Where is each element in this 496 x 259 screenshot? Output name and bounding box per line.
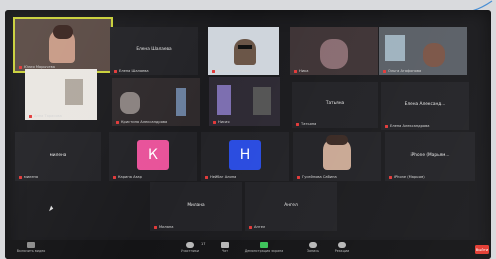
- participant-name: Анна Тарасова: [29, 114, 62, 118]
- participant-tile[interactable]: Н Нейбаг Алина: [201, 132, 289, 181]
- participant-name: Татьяна: [296, 122, 316, 126]
- participant-tile[interactable]: Гусейнова Сабина: [293, 132, 381, 181]
- record-icon: [309, 242, 317, 248]
- participant-display-name: милена: [49, 152, 67, 158]
- leave-meeting-button[interactable]: Выйти: [475, 245, 489, 254]
- participant-avatar: К: [137, 140, 169, 170]
- video-off-icon: [27, 242, 35, 248]
- participant-display-name: Татьяна: [325, 101, 345, 107]
- participant-display-name: Ангел: [284, 202, 298, 208]
- participant-tile[interactable]: iPhone (Марьям... iPhone (Марьям): [385, 132, 475, 181]
- chat-button-label: Чат: [221, 249, 229, 253]
- participant-display-name: Елена Александ...: [404, 102, 446, 108]
- participants-count: 17: [201, 242, 206, 246]
- participant-display-name: Елена Шалаева: [136, 47, 172, 53]
- record-button-label: Запись: [306, 249, 320, 253]
- participant-tile[interactable]: Милана Милана: [150, 182, 242, 231]
- participant-tile[interactable]: Елена Шалаева Елена Шалаева: [110, 27, 198, 75]
- participant-name: Ангел: [249, 225, 265, 229]
- video-button[interactable]: Включить видео: [11, 242, 51, 253]
- participant-avatar: Н: [229, 140, 261, 170]
- participant-tile[interactable]: Анна Тарасова: [25, 69, 97, 120]
- participant-tile[interactable]: Ангел Ангел: [245, 182, 337, 231]
- reactions-button[interactable]: Реакции: [331, 242, 353, 253]
- reactions-button-label: Реакции: [334, 249, 350, 253]
- participant-name: Карина Азар: [113, 175, 142, 179]
- participant-name: iPhone (Марьям): [389, 175, 425, 179]
- record-button[interactable]: Запись: [303, 242, 323, 253]
- participants-icon: [186, 242, 194, 248]
- zoom-window: Юлия Марычева Елена Шалаева Елена Шалаев…: [5, 10, 491, 259]
- participant-tile[interactable]: Нисия: [209, 77, 280, 126]
- participant-tile[interactable]: Диана Литвинова: [208, 27, 279, 75]
- participant-name: Ника: [294, 69, 308, 73]
- meeting-toolbar: Включить видео Участники 17 Чат Демонстр…: [5, 240, 491, 259]
- reactions-icon: [338, 242, 346, 248]
- share-screen-label: Демонстрация экрана: [244, 249, 284, 253]
- participant-name: Диана Литвинова: [212, 69, 251, 73]
- participant-tile[interactable]: Татьяна Татьяна: [292, 82, 378, 128]
- participant-tile[interactable]: Ника: [290, 27, 378, 75]
- participant-name: Елена Шалаева: [114, 69, 149, 73]
- participants-button-label: Участники: [180, 249, 200, 253]
- participant-tile[interactable]: Юлия Марычева: [13, 17, 113, 73]
- participant-name: Кристина Александрова: [116, 120, 167, 124]
- video-button-label: Включить видео: [16, 249, 46, 253]
- participant-display-name: Милана: [187, 202, 205, 208]
- participant-name: Гусейнова Сабина: [297, 175, 337, 179]
- participant-name: Милана: [154, 225, 174, 229]
- mouse-cursor-icon: [49, 205, 54, 213]
- chat-icon: [221, 242, 229, 248]
- participant-name: милена: [19, 175, 38, 179]
- participant-name: Ольга Агафонова: [383, 69, 421, 73]
- participant-name: Елена Александрова: [385, 124, 429, 128]
- share-screen-button[interactable]: Демонстрация экрана: [241, 242, 287, 253]
- participant-name: Нисия: [213, 120, 230, 124]
- participant-name: Нейбаг Алина: [205, 175, 236, 179]
- participant-tile[interactable]: милена милена: [15, 132, 101, 181]
- participant-tile[interactable]: Елена Александ... Елена Александрова: [381, 82, 469, 130]
- participant-tile[interactable]: Кристина Александрова: [112, 78, 200, 126]
- share-screen-icon: [260, 242, 268, 248]
- chat-button[interactable]: Чат: [217, 242, 233, 253]
- participant-display-name: iPhone (Марьям...: [410, 152, 450, 158]
- participant-tile[interactable]: К Карина Азар: [109, 132, 197, 181]
- participant-tile[interactable]: Ольга Агафонова: [379, 27, 467, 75]
